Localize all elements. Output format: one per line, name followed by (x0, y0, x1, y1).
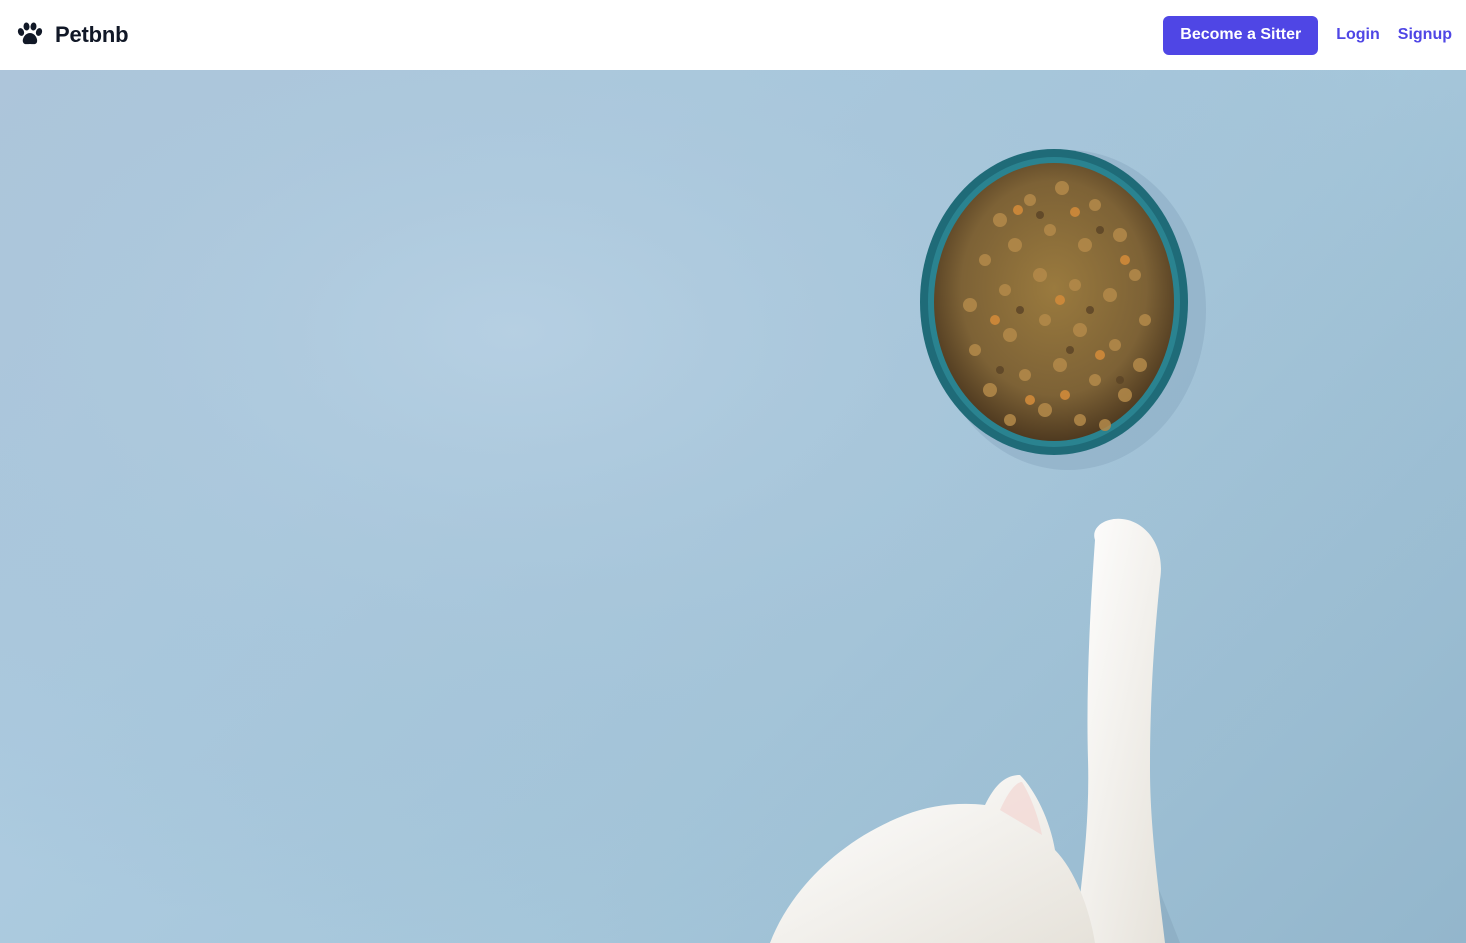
hero-illustration (0, 70, 1466, 943)
signup-link[interactable]: Signup (1398, 26, 1452, 44)
top-navbar: Petbnb Become a Sitter Login Signup (0, 0, 1466, 70)
paw-icon (17, 22, 43, 45)
food-bowl (920, 149, 1188, 455)
brand-logo[interactable]: Petbnb (15, 20, 129, 50)
become-sitter-button[interactable]: Become a Sitter (1163, 15, 1319, 55)
nav-actions: Become a Sitter Login Signup (1163, 15, 1452, 55)
login-link[interactable]: Login (1336, 26, 1380, 44)
hero-image (0, 70, 1466, 943)
brand-name: Petbnb (55, 22, 129, 47)
